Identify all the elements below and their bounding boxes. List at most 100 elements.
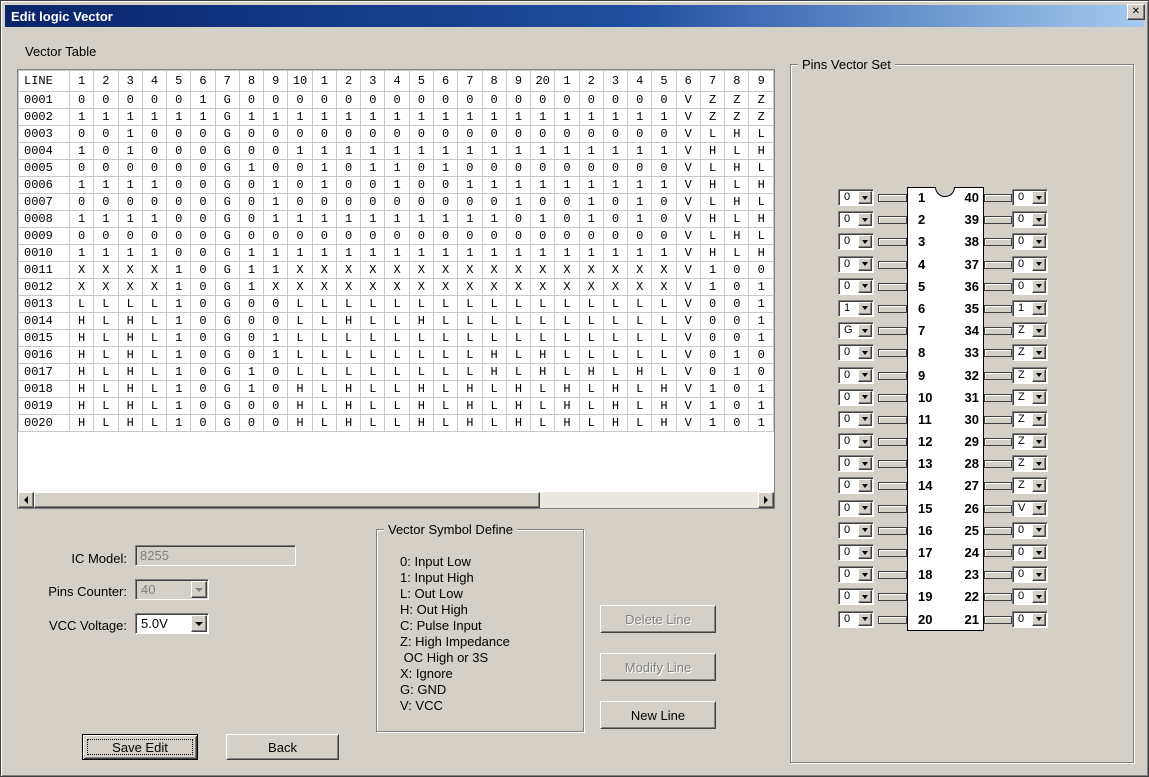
- vector-cell[interactable]: L: [433, 313, 457, 330]
- vector-cell[interactable]: X: [118, 279, 142, 296]
- vector-cell[interactable]: H: [506, 381, 530, 398]
- vector-cell[interactable]: 0: [264, 228, 288, 245]
- table-row[interactable]: 0006 111100G010100100111111111VHLH: [19, 177, 774, 194]
- vector-cell[interactable]: V: [676, 415, 700, 432]
- vector-cell[interactable]: 0: [603, 211, 627, 228]
- vector-cell[interactable]: 0: [94, 143, 118, 160]
- chevron-down-icon[interactable]: [1032, 369, 1046, 382]
- vector-cell[interactable]: 0: [191, 245, 215, 262]
- vector-cell[interactable]: 1: [239, 109, 263, 126]
- vector-cell[interactable]: 1: [700, 398, 724, 415]
- vector-cell[interactable]: 1: [749, 313, 774, 330]
- vector-cell[interactable]: 1: [142, 245, 166, 262]
- vector-cell[interactable]: 1: [579, 211, 603, 228]
- vector-cell[interactable]: L: [603, 330, 627, 347]
- vector-cell[interactable]: V: [676, 330, 700, 347]
- chevron-down-icon[interactable]: [1032, 613, 1046, 626]
- vector-cell[interactable]: G: [215, 194, 239, 211]
- chevron-down-icon[interactable]: [1032, 502, 1046, 515]
- vector-cell[interactable]: 1: [531, 245, 555, 262]
- pin-value-select-right[interactable]: Z: [1012, 433, 1048, 450]
- vector-cell[interactable]: 1: [118, 245, 142, 262]
- vector-cell[interactable]: 0: [70, 160, 94, 177]
- vector-cell[interactable]: L: [628, 313, 652, 330]
- vector-cell[interactable]: 0: [336, 194, 360, 211]
- vector-cell[interactable]: 0: [628, 160, 652, 177]
- vector-cell[interactable]: L: [725, 211, 749, 228]
- vector-cell[interactable]: G: [215, 398, 239, 415]
- vector-cell[interactable]: H: [288, 398, 312, 415]
- vector-cell[interactable]: 0: [191, 398, 215, 415]
- vector-cell[interactable]: G: [215, 313, 239, 330]
- save-edit-button[interactable]: Save Edit: [82, 734, 198, 760]
- vector-cell[interactable]: L: [433, 347, 457, 364]
- chevron-down-icon[interactable]: [858, 191, 872, 204]
- vector-cell[interactable]: 1: [652, 143, 676, 160]
- scroll-thumb[interactable]: [34, 492, 540, 508]
- vector-cell[interactable]: L: [312, 381, 336, 398]
- vector-cell[interactable]: 1: [433, 245, 457, 262]
- vector-cell[interactable]: L: [603, 313, 627, 330]
- vector-cell[interactable]: X: [336, 262, 360, 279]
- vector-cell[interactable]: L: [531, 296, 555, 313]
- vector-cell[interactable]: 0: [191, 330, 215, 347]
- vector-cell[interactable]: 0: [167, 211, 191, 228]
- vector-cell[interactable]: 0: [312, 228, 336, 245]
- vector-cell[interactable]: 1: [118, 126, 142, 143]
- vector-cell[interactable]: 0: [264, 381, 288, 398]
- vector-cell[interactable]: 1: [555, 245, 579, 262]
- vcc-voltage-select[interactable]: 5.0V: [135, 613, 209, 634]
- vector-cell[interactable]: L: [94, 296, 118, 313]
- vector-cell[interactable]: L: [94, 364, 118, 381]
- vector-cell[interactable]: L: [506, 364, 530, 381]
- vector-cell[interactable]: 1: [385, 109, 409, 126]
- vector-cell[interactable]: 0: [409, 228, 433, 245]
- pin-value-select-left[interactable]: 0: [838, 211, 874, 228]
- vector-cell[interactable]: X: [652, 279, 676, 296]
- vector-cell[interactable]: L: [700, 228, 724, 245]
- table-row[interactable]: 0002 111111G111111111111111111VZZZ: [19, 109, 774, 126]
- vector-cell[interactable]: X: [433, 279, 457, 296]
- vector-cell[interactable]: 1: [312, 109, 336, 126]
- vector-cell[interactable]: X: [628, 262, 652, 279]
- chevron-down-icon[interactable]: [1032, 391, 1046, 404]
- vector-cell[interactable]: 0: [603, 194, 627, 211]
- vector-cell[interactable]: 0: [531, 126, 555, 143]
- vector-cell[interactable]: X: [652, 262, 676, 279]
- vector-cell[interactable]: L: [288, 313, 312, 330]
- pin-value-select-left[interactable]: 0: [838, 500, 874, 517]
- vector-cell[interactable]: L: [312, 296, 336, 313]
- vector-cell[interactable]: 1: [749, 296, 774, 313]
- vector-cell[interactable]: L: [433, 381, 457, 398]
- vector-cell[interactable]: 1: [264, 177, 288, 194]
- vector-cell[interactable]: X: [361, 279, 385, 296]
- vector-cell[interactable]: 0: [239, 194, 263, 211]
- vector-cell[interactable]: 0: [531, 228, 555, 245]
- vector-cell[interactable]: L: [142, 313, 166, 330]
- vector-cell[interactable]: 0: [288, 92, 312, 109]
- vector-cell[interactable]: 1: [288, 245, 312, 262]
- vector-cell[interactable]: L: [288, 364, 312, 381]
- vector-cell[interactable]: H: [749, 211, 774, 228]
- vector-cell[interactable]: L: [458, 313, 482, 330]
- vector-cell[interactable]: H: [70, 347, 94, 364]
- vector-cell[interactable]: 0: [167, 160, 191, 177]
- vector-cell[interactable]: G: [215, 211, 239, 228]
- vector-cell[interactable]: 0: [725, 279, 749, 296]
- vector-cell[interactable]: 1: [142, 177, 166, 194]
- vector-cell[interactable]: 1: [579, 194, 603, 211]
- vector-cell[interactable]: L: [385, 398, 409, 415]
- vector-cell[interactable]: 1: [264, 347, 288, 364]
- vector-cell[interactable]: 1: [167, 364, 191, 381]
- vector-cell[interactable]: 1: [506, 109, 530, 126]
- vector-cell[interactable]: 1: [118, 143, 142, 160]
- vector-cell[interactable]: 0: [94, 160, 118, 177]
- vector-cell[interactable]: L: [361, 398, 385, 415]
- pin-value-select-right[interactable]: 1: [1012, 300, 1048, 317]
- vector-cell[interactable]: 1: [579, 245, 603, 262]
- chevron-down-icon[interactable]: [858, 324, 872, 337]
- vector-cell[interactable]: 1: [264, 245, 288, 262]
- vector-cell[interactable]: L: [361, 296, 385, 313]
- vector-cell[interactable]: L: [458, 347, 482, 364]
- vector-cell[interactable]: 1: [336, 143, 360, 160]
